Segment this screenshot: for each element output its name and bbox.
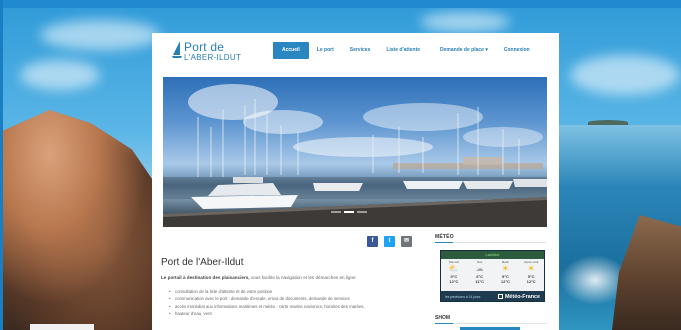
hero-slider[interactable]: [163, 77, 547, 227]
slider-dots: [331, 211, 367, 213]
temp-max: 12°C: [526, 279, 536, 284]
nav-le-port[interactable]: Le port: [309, 42, 342, 59]
forecast-column: Matin ☀ 5°C 12°C: [493, 259, 519, 291]
meteo-france-icon: [497, 294, 503, 299]
list-item-continued: hauteur d'eau, vent: [169, 310, 365, 318]
meteo-france-label: Météo-France: [504, 293, 540, 300]
intro-rest: vous facilite la navigation et les démar…: [249, 275, 356, 280]
page-title: Port de l'Aber-Ildut: [161, 257, 244, 268]
logo-title: Port de: [184, 40, 225, 54]
features-list: consultation de la liste d'attente et de…: [169, 288, 365, 318]
cloud-sun-icon: ⛅: [448, 264, 459, 273]
cloud-icon: ☁: [475, 264, 484, 273]
intro-text: Le portail à destination des plaisancier…: [161, 275, 356, 280]
sail-logo-icon: [172, 41, 182, 58]
frame-top: [0, 0, 681, 8]
intro-bold: Le portail à destination des plaisancier…: [161, 275, 250, 280]
forecast-column: Après-midi ☀ 5°C 12°C: [518, 259, 544, 291]
meteo-location: Lanildut: [441, 251, 544, 259]
logo-subtitle: L'ABER-ILDUT: [184, 53, 242, 62]
meteo-heading: MÉTÉO: [435, 234, 454, 240]
nav-demande-place[interactable]: Demande de place ▾: [428, 42, 496, 59]
marina-photo: [163, 84, 547, 227]
main-nav: Accueil Le port Services Liste d'attente…: [273, 42, 538, 59]
corner-tab: [30, 324, 94, 330]
divider: [435, 242, 546, 243]
site-logo[interactable]: Port de L'ABER-ILDUT: [172, 41, 241, 62]
twitter-icon[interactable]: t: [384, 236, 395, 247]
temp-max: 11°C: [475, 279, 484, 284]
meteo-forecast: Samedi ⛅ 5°C 12°C Nuit ☁ 6°C 11°C Matin …: [441, 259, 544, 291]
divider: [435, 323, 546, 324]
nav-liste-attente[interactable]: Liste d'attente: [378, 42, 428, 59]
nav-services[interactable]: Services: [342, 42, 379, 59]
slider-dot-active[interactable]: [344, 211, 354, 213]
social-links: f t ✉: [367, 236, 412, 247]
nav-connexion[interactable]: Connexion: [496, 42, 538, 59]
frame-left: [0, 0, 3, 330]
facebook-icon[interactable]: f: [367, 236, 378, 247]
meteo-widget[interactable]: Lanildut Samedi ⛅ 5°C 12°C Nuit ☁ 6°C 11…: [440, 250, 545, 302]
navbar: Port de L'ABER-ILDUT Accueil Le port Ser…: [152, 33, 559, 73]
sun-icon: ☀: [527, 264, 535, 273]
forecast-column: Samedi ⛅ 5°C 12°C: [441, 259, 467, 291]
email-icon[interactable]: ✉: [401, 236, 412, 247]
nav-accueil[interactable]: Accueil: [273, 42, 309, 59]
meteo-france-logo[interactable]: Météo-France: [497, 293, 540, 300]
list-item: accès immédiat aux informations maritime…: [169, 303, 365, 311]
temp-max: 12°C: [500, 279, 510, 284]
list-item: communication avec le port : demande d'e…: [169, 295, 365, 303]
forecast-14-days-link[interactable]: les prévisions à 14 jours: [445, 295, 480, 299]
meteo-footer: les prévisions à 14 jours Météo-France: [441, 291, 544, 302]
temp-max: 12°C: [449, 279, 459, 284]
sun-icon: ☀: [501, 264, 509, 273]
slider-dot[interactable]: [357, 211, 367, 213]
island: [588, 120, 628, 125]
list-item: consultation de la liste d'attente et de…: [169, 288, 365, 296]
shom-heading: SHOM: [435, 315, 450, 321]
rocks-left: [0, 110, 165, 330]
forecast-column: Nuit ☁ 6°C 11°C: [467, 259, 493, 291]
slider-dot[interactable]: [331, 211, 341, 213]
